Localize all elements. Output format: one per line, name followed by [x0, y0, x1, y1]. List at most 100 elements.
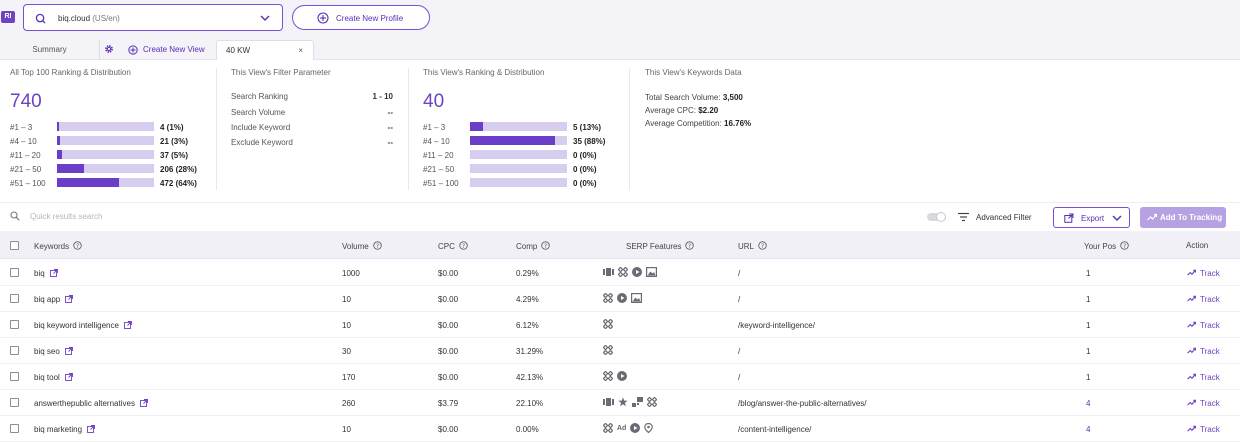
help-icon[interactable]: ? — [541, 241, 551, 250]
url-cell[interactable]: / — [738, 269, 740, 278]
filter-value: -- — [387, 138, 393, 147]
external-link-icon[interactable] — [49, 269, 58, 277]
filter-lines-icon[interactable] — [958, 212, 969, 222]
url-cell[interactable]: / — [738, 373, 740, 382]
external-link-icon[interactable] — [123, 321, 132, 329]
col-action: Action — [1186, 241, 1209, 250]
add-to-tracking-button[interactable]: Add To Tracking — [1140, 207, 1226, 228]
row-checkbox[interactable] — [10, 294, 19, 303]
image-icon — [631, 293, 642, 303]
help-icon[interactable]: ? — [685, 241, 695, 250]
comp-cell: 6.12% — [516, 321, 539, 330]
external-link-icon[interactable] — [65, 295, 74, 303]
col-comp[interactable]: Comp? — [516, 241, 551, 251]
col-serp-features[interactable]: SERP Features? — [626, 241, 695, 251]
keyword-cell: biq keyword intelligence — [34, 321, 132, 330]
keyword-text: biq app — [34, 295, 61, 304]
avg-comp-line: Average Competition: 16.76% — [645, 119, 751, 128]
keyword-cell: answerthepublic alternatives — [34, 399, 148, 408]
chevron-down-icon — [260, 15, 270, 21]
close-icon[interactable]: × — [298, 46, 303, 55]
gear-icon[interactable] — [104, 44, 114, 54]
ad-icon: Ad — [617, 424, 627, 432]
toggle-switch[interactable] — [927, 212, 946, 222]
range-label: #4 – 10 — [423, 137, 450, 146]
create-view-button[interactable]: Create New View — [128, 40, 205, 60]
quick-search-input[interactable] — [30, 209, 330, 223]
filter-label: Search Ranking — [231, 92, 288, 101]
domain-select[interactable]: biq.cloud (US/en) — [23, 4, 283, 31]
comp-cell: 22.10% — [516, 399, 544, 408]
table-row: answerthepublic alternatives 260 $3.79 22.1… — [0, 390, 1240, 416]
trending-up-icon — [1187, 425, 1197, 432]
external-link-icon[interactable] — [87, 425, 95, 433]
range-value: 4 (1%) — [160, 123, 184, 132]
row-checkbox[interactable] — [10, 320, 19, 329]
col-keywords[interactable]: Keywords? — [34, 241, 82, 251]
cpc-cell: $0.00 — [438, 295, 459, 304]
distribution-fill — [57, 122, 59, 131]
external-link-icon[interactable] — [64, 347, 73, 355]
row-checkbox[interactable] — [10, 424, 19, 433]
track-button[interactable]: Track — [1187, 347, 1220, 356]
export-label: Export — [1081, 214, 1105, 223]
external-link-icon[interactable] — [140, 399, 148, 407]
url-cell[interactable]: / — [738, 295, 740, 304]
col-cpc[interactable]: CPC? — [438, 241, 468, 251]
tab-summary[interactable]: Summary — [0, 40, 100, 60]
range-label: #11 – 20 — [423, 151, 454, 160]
track-button[interactable]: Track — [1187, 425, 1220, 434]
track-button[interactable]: Track — [1187, 269, 1220, 278]
distribution-bar — [470, 164, 567, 173]
select-all-checkbox[interactable] — [10, 241, 19, 250]
export-button[interactable]: Export — [1053, 207, 1130, 228]
range-value: 206 (28%) — [160, 165, 197, 174]
distribution-bar — [57, 122, 154, 131]
url-cell[interactable]: /blog/answer-the-public-alternatives/ — [738, 399, 867, 408]
row-checkbox[interactable] — [10, 346, 19, 355]
help-icon[interactable]: ? — [459, 241, 468, 250]
url-cell[interactable]: /content-intelligence/ — [738, 425, 811, 434]
help-icon[interactable]: ? — [373, 241, 382, 250]
carousel-icon — [603, 267, 614, 277]
url-cell[interactable]: / — [738, 347, 740, 356]
view-tabs: Summary Create New View 40 KW × — [0, 37, 1240, 60]
keyword-cell: biq marketing — [34, 425, 95, 434]
trending-up-icon — [1187, 321, 1197, 328]
create-profile-button[interactable]: Create New Profile — [292, 5, 430, 30]
view-ranking-total: 40 — [423, 91, 445, 112]
help-icon[interactable]: ? — [758, 241, 767, 250]
trending-up-icon — [1187, 373, 1197, 380]
row-checkbox[interactable] — [10, 268, 19, 277]
tab-40-kw[interactable]: 40 KW × — [216, 40, 314, 60]
track-button[interactable]: Track — [1187, 295, 1220, 304]
divider — [408, 68, 409, 190]
col-your-pos[interactable]: Your Pos? — [1084, 241, 1129, 251]
external-link-icon[interactable] — [64, 373, 73, 381]
col-url[interactable]: URL? — [738, 241, 767, 251]
track-label: Track — [1200, 425, 1220, 434]
advanced-filter-button[interactable]: Advanced Filter — [976, 213, 1032, 222]
range-value: 0 (0%) — [573, 151, 597, 160]
col-volume-label: Volume — [342, 242, 369, 251]
view-ranking-panel: This View's Ranking & Distribution 40 #1… — [423, 68, 623, 194]
row-checkbox[interactable] — [10, 398, 19, 407]
comp-cell: 0.29% — [516, 269, 539, 278]
track-button[interactable]: Track — [1187, 399, 1220, 408]
table-row: biq app 10 $0.00 4.29% / 1 Track — [0, 286, 1240, 312]
track-button[interactable]: Track — [1187, 373, 1220, 382]
avg-cpc-label: Average CPC: — [645, 106, 696, 115]
help-icon[interactable]: ? — [1120, 241, 1129, 250]
row-checkbox[interactable] — [10, 372, 19, 381]
filter-label: Search Volume — [231, 108, 286, 117]
filter-panel: This View's Filter Parameter Search Rank… — [231, 68, 396, 194]
keyword-text: answerthepublic alternatives — [34, 399, 135, 408]
sitelinks-icon — [603, 345, 613, 355]
cpc-cell: $0.00 — [438, 373, 459, 382]
range-label: #21 – 50 — [423, 165, 455, 174]
track-button[interactable]: Track — [1187, 321, 1220, 330]
url-cell[interactable]: /keyword-intelligence/ — [738, 321, 815, 330]
col-volume[interactable]: Volume? — [342, 241, 382, 251]
cpc-cell: $0.00 — [438, 425, 459, 434]
help-icon[interactable]: ? — [73, 241, 82, 250]
